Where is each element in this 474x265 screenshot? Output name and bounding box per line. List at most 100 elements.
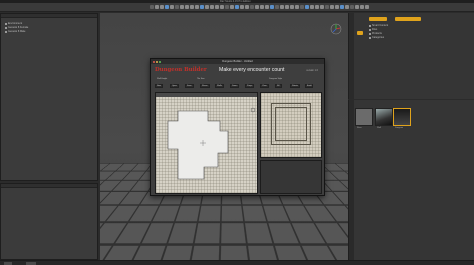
dialog-rotate-button[interactable]: Rotate: [290, 84, 300, 88]
asset-label: Dungeon: [395, 127, 404, 129]
content-library-panel: Smart Content Files Products Categories: [348, 13, 474, 99]
toolbar-tool-icon[interactable]: [310, 5, 314, 9]
tile-size-label: Tile Size: [197, 78, 205, 80]
asset-thumb-wall[interactable]: [375, 108, 393, 126]
toolbar-tool-icon[interactable]: [305, 5, 309, 9]
toolbar-tool-icon[interactable]: [240, 5, 244, 9]
scene-panel: Environment Genesis 8 Female Genesis 8 M…: [0, 13, 98, 181]
toolbar-tool-icon[interactable]: [175, 5, 179, 9]
toolbar-tool-icon[interactable]: [185, 5, 189, 9]
node-icon: [5, 26, 7, 29]
toolbar-tool-icon[interactable]: [340, 5, 344, 9]
toolbar-tool-icon[interactable]: [360, 5, 364, 9]
selected-folder[interactable]: [395, 17, 421, 21]
toolbar-tool-icon[interactable]: [260, 5, 264, 9]
tile-preview: [260, 92, 322, 158]
scene-item-genesis-male[interactable]: Genesis 8 Male: [5, 30, 25, 33]
scene-item-genesis-female[interactable]: Genesis 8 Female: [5, 26, 28, 29]
toolbar-tool-icon[interactable]: [215, 5, 219, 9]
rotate-handle-icon[interactable]: [250, 107, 256, 113]
dialog-floors-button[interactable]: Floors: [200, 84, 210, 88]
toolbar-tool-icon[interactable]: [270, 5, 274, 9]
close-window-icon[interactable]: [153, 60, 155, 63]
toolbar-tool-icon[interactable]: [160, 5, 164, 9]
toolbar-tool-icon[interactable]: [235, 5, 239, 9]
node-icon: [5, 30, 7, 33]
dialog-new-button[interactable]: New: [155, 84, 164, 88]
toolbar-tool-icon[interactable]: [220, 5, 224, 9]
toolbar-tool-icon[interactable]: [295, 5, 299, 9]
toolbar-tool-icon[interactable]: [280, 5, 284, 9]
toolbar-tool-icon[interactable]: [245, 5, 249, 9]
maximize-window-icon[interactable]: [159, 60, 161, 63]
toolbar-tool-icon[interactable]: [365, 5, 369, 9]
asset-thumb-floor[interactable]: [355, 108, 373, 126]
dialog-titlebar[interactable]: Dungeon Builder - Untitled: [151, 59, 324, 64]
dialog-build-button[interactable]: Build: [305, 84, 314, 88]
toolbar-tool-icon[interactable]: [285, 5, 289, 9]
toolbar-tool-icon[interactable]: [345, 5, 349, 9]
scene-item-environment[interactable]: Environment: [5, 22, 22, 25]
parameters-panel-header: [1, 184, 97, 188]
wall-height-label: Wall Height: [157, 78, 168, 80]
toolbar-tool-icon[interactable]: [230, 5, 234, 9]
toolbar-tool-icon[interactable]: [200, 5, 204, 9]
toolbar-tool-icon[interactable]: [355, 5, 359, 9]
dialog-tagline: Make every encounter count: [219, 67, 285, 73]
main-toolbar: [0, 3, 474, 12]
toolbar-tool-icon[interactable]: [255, 5, 259, 9]
minimize-window-icon[interactable]: [156, 60, 158, 63]
selected-subfolder[interactable]: [357, 31, 363, 35]
preview-room: [271, 103, 311, 145]
room-layout[interactable]: [156, 93, 259, 195]
parameters-panel: [0, 183, 98, 260]
toolbar-tool-icon[interactable]: [205, 5, 209, 9]
dialog-open-button[interactable]: Open: [170, 84, 179, 88]
toolbar-tool-icon[interactable]: [195, 5, 199, 9]
asset-thumb-dungeon[interactable]: [393, 108, 411, 126]
axis-gizmo-icon[interactable]: [330, 23, 342, 35]
library-item[interactable]: Categories: [369, 36, 384, 39]
toolbar-tool-icon[interactable]: [225, 5, 229, 9]
toolbar-tool-icon[interactable]: [300, 5, 304, 9]
preview-properties: [260, 160, 322, 194]
toolbar-tool-icon[interactable]: [275, 5, 279, 9]
toolbar-tool-icon[interactable]: [170, 5, 174, 9]
toolbar-tool-icon[interactable]: [250, 5, 254, 9]
toolbar-tool-icon[interactable]: [180, 5, 184, 9]
dungeon-builder-dialog: Dungeon Builder - Untitled Dungeon Build…: [150, 58, 325, 196]
toolbar-tool-icon[interactable]: [315, 5, 319, 9]
toolbar-tool-icon[interactable]: [330, 5, 334, 9]
toolbar-tool-icon[interactable]: [150, 5, 154, 9]
dialog-fill-button[interactable]: Fill: [275, 84, 282, 88]
library-item[interactable]: Products: [369, 32, 382, 35]
toolbar-tool-icon[interactable]: [165, 5, 169, 9]
scene-panel-header: [1, 14, 97, 18]
toolbar-tool-icon[interactable]: [190, 5, 194, 9]
map-editor[interactable]: [155, 92, 258, 194]
toolbar-tool-icon[interactable]: [290, 5, 294, 9]
toolbar-tool-icon[interactable]: [265, 5, 269, 9]
library-item[interactable]: Smart Content: [369, 24, 388, 27]
asset-label: Wall: [377, 127, 381, 129]
room-shape[interactable]: [167, 110, 229, 180]
dialog-clear-button[interactable]: Clear: [260, 84, 269, 88]
toolbar-tool-icon[interactable]: [335, 5, 339, 9]
toolbar-tool-icon[interactable]: [210, 5, 214, 9]
dialog-doors-button[interactable]: Doors: [230, 84, 240, 88]
toolbar-tool-icon[interactable]: [325, 5, 329, 9]
toolbar-tool-icon[interactable]: [350, 5, 354, 9]
dialog-props-button[interactable]: Props: [245, 84, 255, 88]
vertical-tabs: [349, 100, 354, 260]
node-icon: [5, 22, 7, 25]
version-label: version 1.0: [306, 69, 318, 72]
dialog-save-button[interactable]: Save: [185, 84, 194, 88]
library-item[interactable]: Files: [369, 28, 377, 31]
dungeon-builder-logo: Dungeon Builder: [155, 67, 207, 73]
selected-category[interactable]: [369, 17, 387, 21]
status-bar: [0, 260, 474, 265]
dialog-walls-button[interactable]: Walls: [215, 84, 224, 88]
asset-label: Floor: [357, 127, 362, 129]
toolbar-tool-icon[interactable]: [155, 5, 159, 9]
toolbar-tool-icon[interactable]: [320, 5, 324, 9]
